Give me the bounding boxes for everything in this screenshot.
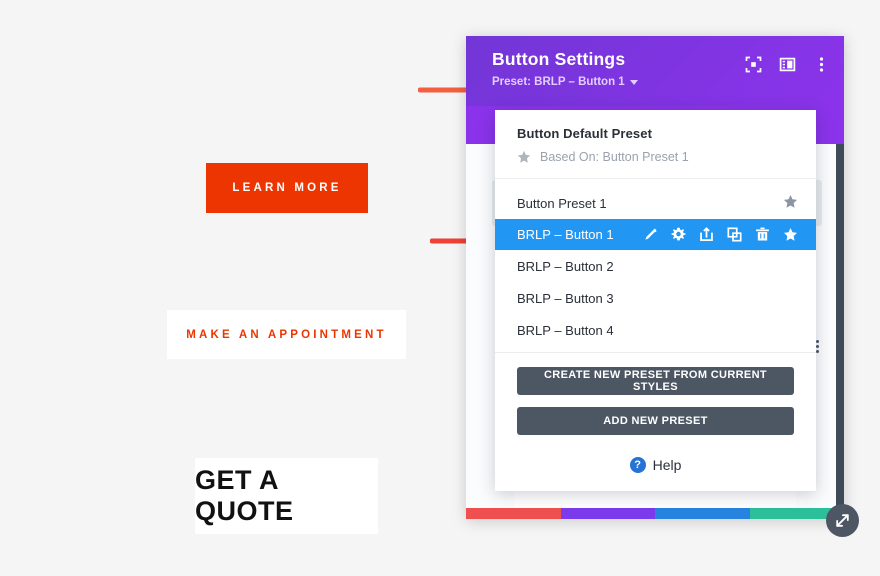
star-icon [517,150,531,163]
question-mark-icon: ? [629,457,646,473]
default-preset-section: Button Default Preset Based On: Button P… [495,110,816,179]
create-new-preset-from-current-styles-button[interactable]: Create New Preset From Current Styles [517,367,794,395]
preset-item-label: Button Preset 1 [517,195,607,211]
diagonal-resize-arrow-icon [836,514,849,527]
settings-gear-icon[interactable] [671,227,686,242]
color-strip-segment-2 [560,508,655,519]
default-preset-based-on-label: Based On: Button Preset 1 [540,150,689,164]
preset-item-label: BRLP – Button 4 [517,322,614,338]
preset-row-action-group [643,227,798,242]
preset-panel-actions: Create New Preset From Current Styles Ad… [495,353,816,451]
help-link[interactable]: ? Help [495,451,816,491]
preset-item-label: BRLP – Button 1 [517,227,614,242]
export-icon[interactable] [699,227,714,242]
default-preset-title: Button Default Preset [517,126,653,141]
help-label: Help [652,457,682,473]
preview-button-learn-more[interactable]: Learn More [206,163,368,213]
color-strip-segment-1 [466,508,561,519]
default-preset-based-on-row: Based On: Button Preset 1 [517,150,794,164]
set-default-star-icon[interactable] [783,227,798,242]
preset-list-item-brlp-button-4[interactable]: BRLP – Button 4 [495,314,816,346]
modal-header: Button Settings Preset: BRLP – Button 1 [466,36,844,106]
focus-view-icon[interactable] [744,55,762,73]
duplicate-icon[interactable] [727,227,742,242]
kebab-menu-icon[interactable] [812,55,830,73]
rename-pencil-icon[interactable] [643,227,658,242]
preset-item-label: BRLP – Button 2 [517,258,614,274]
delete-trash-icon[interactable] [755,227,770,242]
modal-header-icon-group [744,55,830,73]
add-new-preset-button[interactable]: Add New Preset [517,407,794,435]
page-preview-area: Learn More Make an Appointment Get a Quo… [0,0,465,576]
preset-default-star-icon[interactable] [783,194,798,212]
preset-list: Button Preset 1 BRLP – Button 1 BRLP – B… [495,179,816,353]
modal-preset-label: Preset: BRLP – Button 1 [492,76,625,88]
modal-preset-selector[interactable]: Preset: BRLP – Button 1 [492,76,828,88]
modal-color-strip [466,508,844,519]
preset-list-item-brlp-button-3[interactable]: BRLP – Button 3 [495,282,816,314]
preset-list-item-brlp-button-2[interactable]: BRLP – Button 2 [495,250,816,282]
preset-list-item-brlp-button-1[interactable]: BRLP – Button 1 [495,219,816,250]
layout-columns-icon[interactable] [778,55,796,73]
preview-button-get-a-quote[interactable]: Get a Quote [195,458,378,534]
field-kebab-menu-icon[interactable] [816,340,819,353]
preset-list-item-button-preset-1[interactable]: Button Preset 1 [495,187,816,219]
chevron-down-icon [629,79,638,85]
preset-dropdown-panel: Button Default Preset Based On: Button P… [495,110,816,491]
preview-button-make-an-appointment[interactable]: Make an Appointment [167,310,406,359]
preset-item-label: BRLP – Button 3 [517,290,614,306]
resize-handle[interactable] [826,504,859,537]
modal-scrollbar[interactable] [836,144,844,512]
color-strip-segment-3 [655,508,750,519]
